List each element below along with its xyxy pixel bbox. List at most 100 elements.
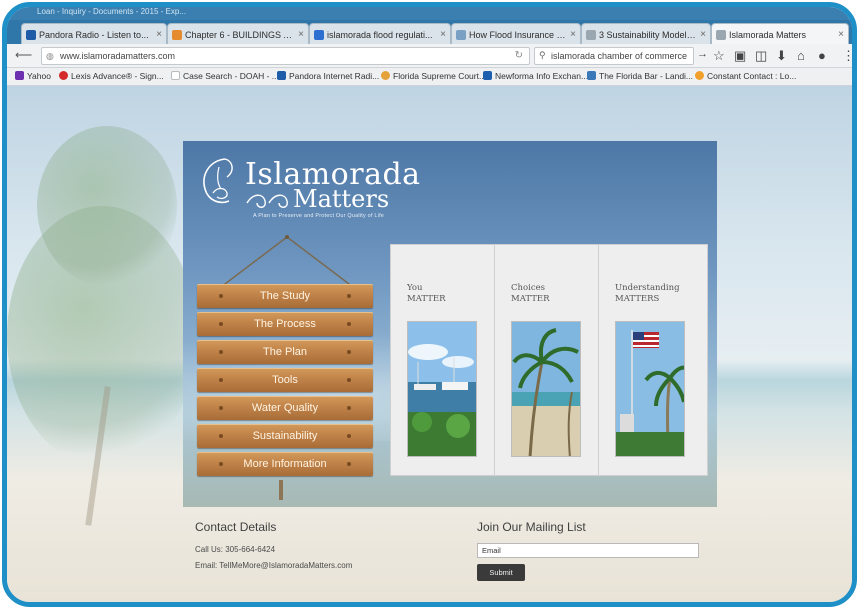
menu-item-water-quality[interactable]: Water Quality bbox=[197, 396, 373, 420]
palm-beach-photo bbox=[511, 321, 581, 457]
mailing-heading: Join Our Mailing List bbox=[477, 520, 586, 534]
sign-post bbox=[279, 480, 283, 500]
browser-titlebar: Loan - Inquiry - Documents - 2015 - Exp.… bbox=[7, 7, 852, 47]
contact-email[interactable]: Email: TellMeMore@IslamoradaMatters.com bbox=[195, 561, 352, 570]
nail-icon bbox=[347, 322, 351, 326]
home-icon[interactable]: ⌂ bbox=[797, 48, 805, 63]
menu-item-the-study[interactable]: The Study bbox=[197, 284, 373, 308]
card-title: Understanding MATTERS bbox=[615, 283, 680, 304]
close-icon[interactable]: × bbox=[298, 29, 304, 40]
bookmark-yahoo[interactable]: Yahoo bbox=[15, 71, 51, 81]
tab-strip: Pandora Radio - Listen to... × Chapter 6 … bbox=[7, 20, 852, 45]
bookmarks-bar: Yahoo Lexis Advance® - Sign... Case Sear… bbox=[7, 68, 852, 86]
card-title: Choices MATTER bbox=[511, 283, 550, 304]
address-bar[interactable]: ◍ www.islamoradamatters.com ↻ bbox=[41, 47, 530, 65]
cc-icon bbox=[695, 71, 704, 80]
download-icon[interactable]: ⬇ bbox=[776, 48, 787, 64]
seal-icon bbox=[381, 71, 390, 80]
pandora-icon bbox=[277, 71, 286, 80]
tab-flood-insurance[interactable]: How Flood Insurance Co... × bbox=[451, 23, 581, 45]
mailing-list: Join Our Mailing List Submit bbox=[477, 520, 699, 581]
mailing-email-input[interactable] bbox=[477, 543, 699, 558]
search-text: islamorada chamber of commerce bbox=[551, 51, 688, 61]
menu-item-the-plan[interactable]: The Plan bbox=[197, 340, 373, 364]
search-input[interactable]: ⚲ islamorada chamber of commerce bbox=[534, 47, 694, 65]
newforma-icon bbox=[483, 71, 492, 80]
nail-icon bbox=[347, 462, 351, 466]
page-icon bbox=[171, 71, 180, 80]
submit-button[interactable]: Submit bbox=[477, 564, 525, 581]
close-icon[interactable]: × bbox=[440, 29, 446, 40]
nail-icon bbox=[347, 350, 351, 354]
contact-details: Contact Details Call Us: 305-664-6424 Em… bbox=[195, 520, 352, 577]
hero-banner: Islamorada Matters A Plan to Preserve an… bbox=[183, 141, 717, 507]
nail-icon bbox=[219, 462, 223, 466]
bookmark-doah[interactable]: Case Search - DOAH - ... bbox=[171, 71, 279, 81]
window-title: Loan - Inquiry - Documents - 2015 - Exp.… bbox=[37, 7, 186, 16]
close-icon[interactable]: × bbox=[156, 29, 162, 40]
nail-icon bbox=[347, 434, 351, 438]
flag-palm-photo bbox=[615, 321, 685, 457]
page-icon bbox=[586, 30, 596, 40]
tab-sustainability-models[interactable]: 3 Sustainability Models | Sust...× bbox=[581, 23, 711, 45]
tab-chapter6[interactable]: Chapter 6 - BUILDINGS A... × bbox=[167, 23, 309, 45]
feature-cards: You MATTER Choices MATTER Understanding … bbox=[390, 244, 708, 476]
menu-item-tools[interactable]: Tools bbox=[197, 368, 373, 392]
tab-flood-regulations[interactable]: islamorada flood regulati... × bbox=[309, 23, 451, 45]
menu-icon[interactable]: ⋮ bbox=[842, 48, 852, 64]
marina-photo bbox=[407, 321, 477, 457]
bookmark-constant-contact[interactable]: Constant Contact : Lo... bbox=[695, 71, 796, 81]
nail-icon bbox=[219, 294, 223, 298]
scales-icon bbox=[587, 71, 596, 80]
go-arrow-icon[interactable]: → bbox=[697, 48, 708, 60]
nail-icon bbox=[219, 322, 223, 326]
nail-icon bbox=[347, 294, 351, 298]
menu-item-more-information[interactable]: More Information bbox=[197, 452, 373, 476]
card-you-matter[interactable]: You MATTER bbox=[391, 245, 495, 475]
back-arrow-icon[interactable]: ⟵ bbox=[15, 48, 32, 62]
document-icon bbox=[172, 30, 182, 40]
contact-heading: Contact Details bbox=[195, 520, 277, 534]
page-viewport: Islamorada Matters A Plan to Preserve an… bbox=[7, 86, 852, 602]
pandora-icon bbox=[26, 30, 36, 40]
yahoo-icon bbox=[15, 71, 24, 80]
background-tree bbox=[37, 126, 177, 286]
navigation-signboard: The Study The Process The Plan Tools Wat… bbox=[197, 284, 373, 480]
close-icon[interactable]: × bbox=[700, 29, 706, 40]
bookmark-florida-bar[interactable]: The Florida Bar - Landi... bbox=[587, 71, 693, 81]
nail-icon bbox=[219, 406, 223, 410]
tab-pandora[interactable]: Pandora Radio - Listen to... × bbox=[21, 23, 167, 45]
clipboard-icon[interactable]: ▣ bbox=[734, 48, 746, 64]
search-engine-icon bbox=[314, 30, 324, 40]
contact-phone: Call Us: 305-664-6424 bbox=[195, 545, 276, 554]
pocket-icon[interactable]: ◫ bbox=[755, 48, 767, 64]
card-choices-matter[interactable]: Choices MATTER bbox=[495, 245, 599, 475]
star-icon[interactable]: ☆ bbox=[713, 48, 725, 64]
nail-icon bbox=[219, 434, 223, 438]
close-icon[interactable]: × bbox=[570, 29, 576, 40]
search-icon: ⚲ bbox=[539, 50, 546, 60]
bookmark-florida-supreme-court[interactable]: Florida Supreme Court... bbox=[381, 71, 486, 81]
nail-icon bbox=[347, 378, 351, 382]
nail-icon bbox=[219, 378, 223, 382]
link-icon bbox=[456, 30, 466, 40]
nail-icon bbox=[347, 406, 351, 410]
card-understanding-matters[interactable]: Understanding MATTERS bbox=[599, 245, 703, 475]
bookmark-pandora[interactable]: Pandora Internet Radi... bbox=[277, 71, 379, 81]
navigation-bar: ⟵ ◍ www.islamoradamatters.com ↻ ⚲ islamo… bbox=[7, 44, 852, 68]
close-icon[interactable]: × bbox=[838, 29, 844, 40]
page-icon bbox=[716, 30, 726, 40]
card-title: You MATTER bbox=[407, 283, 446, 304]
tab-islamorada-matters[interactable]: Islamorada Matters × bbox=[711, 23, 849, 45]
menu-item-sustainability[interactable]: Sustainability bbox=[197, 424, 373, 448]
nail-icon bbox=[219, 350, 223, 354]
screenshot-frame: Loan - Inquiry - Documents - 2015 - Exp.… bbox=[2, 2, 857, 607]
apple-icon bbox=[59, 71, 68, 80]
chat-icon[interactable]: ● bbox=[818, 48, 826, 63]
url-text: www.islamoradamatters.com bbox=[60, 51, 176, 61]
bookmark-newforma[interactable]: Newforma Info Exchan... bbox=[483, 71, 588, 81]
reload-icon[interactable]: ↻ bbox=[515, 50, 523, 61]
bookmark-lexis[interactable]: Lexis Advance® - Sign... bbox=[59, 71, 164, 81]
menu-item-the-process[interactable]: The Process bbox=[197, 312, 373, 336]
globe-icon: ◍ bbox=[46, 51, 54, 61]
